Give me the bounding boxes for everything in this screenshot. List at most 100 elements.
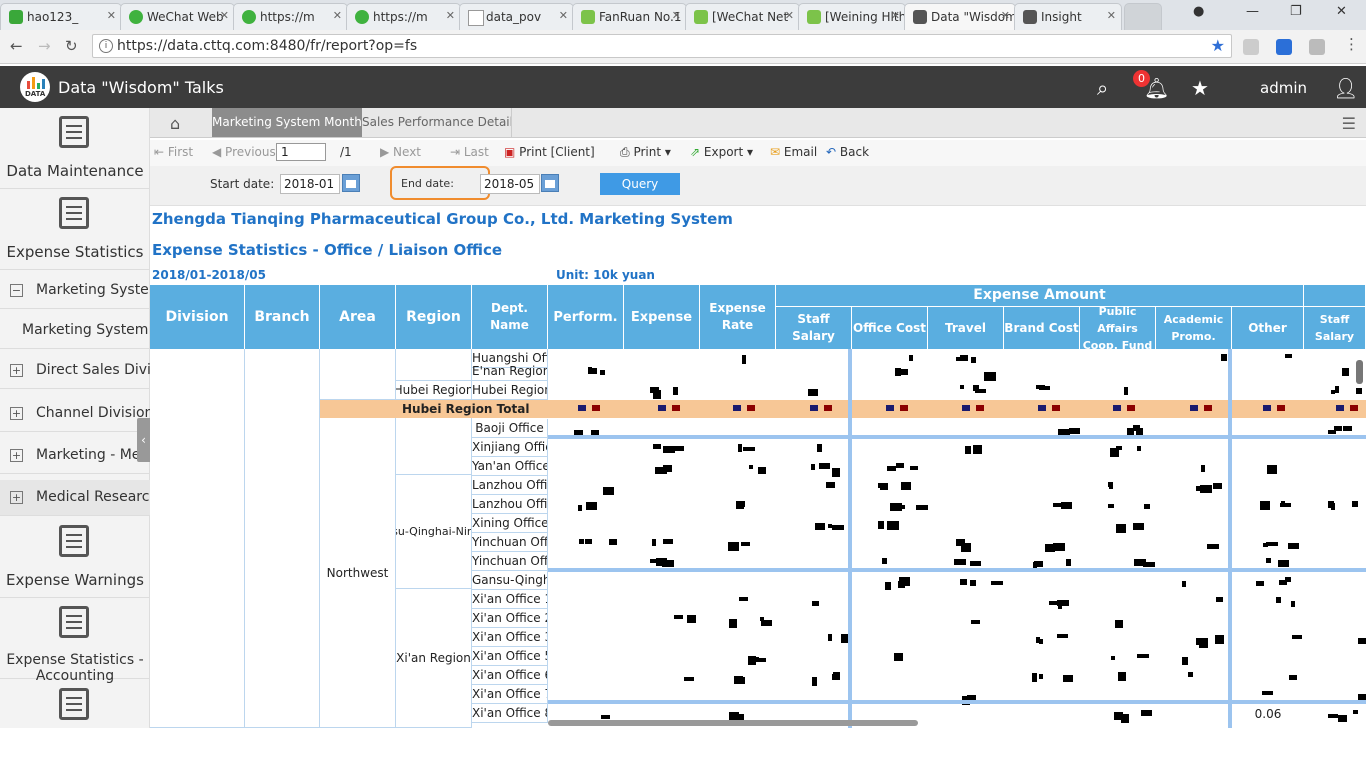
expand-icon[interactable]: + [10, 407, 23, 420]
masked-value [1199, 639, 1208, 648]
home-icon[interactable]: ⌂ [170, 114, 180, 133]
calendar-icon[interactable] [541, 174, 559, 192]
close-tab-icon[interactable]: ✕ [559, 9, 568, 22]
close-window-icon[interactable]: ✕ [1336, 4, 1347, 19]
print-button[interactable]: ⎙ Print ▾ [620, 145, 671, 160]
sidebar-item-marketing-summary[interactable]: −Marketing System Summary [0, 273, 150, 309]
masked-value [960, 385, 964, 389]
first-page-button[interactable]: ⇤ First [154, 145, 193, 159]
reload-icon[interactable]: ↻ [65, 37, 78, 55]
export-button[interactable]: ⇗ Export ▾ [690, 145, 753, 159]
hamburger-menu-icon[interactable]: ☰ [1342, 114, 1356, 133]
prev-page-button[interactable]: ◀ Previous [212, 145, 276, 159]
check-icon [807, 10, 821, 24]
browser-tab[interactable]: data_pov ✕ [459, 3, 574, 30]
browser-tab-bar: hao123_ ✕ WeChat Web ✕ https://m ✕ https://… [0, 0, 1366, 30]
sidebar-item-direct-sales[interactable]: + Direct Sales Division/Br... [0, 353, 150, 389]
favorites-star-icon[interactable]: ★ [1191, 76, 1209, 100]
sidebar-item-marketing-monthly[interactable]: Marketing System Monthly Summary [0, 313, 150, 349]
browser-tab[interactable]: https://m ✕ [233, 3, 348, 30]
close-tab-icon[interactable]: ✕ [333, 9, 342, 22]
minimize-icon[interactable]: — [1246, 4, 1259, 19]
browser-tab[interactable]: [WeChat Net ✕ [685, 3, 800, 30]
document-list-icon [59, 197, 89, 229]
close-tab-icon[interactable]: ✕ [1107, 9, 1116, 22]
app-title: Data "Wisdom" Talks [58, 78, 224, 97]
close-tab-icon[interactable]: ✕ [107, 9, 116, 22]
arrow-left-icon[interactable]: ← [10, 37, 23, 55]
page-number-input[interactable]: 1 [276, 143, 326, 161]
bookmark-star-icon[interactable]: ★ [1211, 36, 1225, 55]
email-button[interactable]: ✉ Email [770, 145, 817, 159]
profile-icon[interactable]: ● [1193, 4, 1204, 19]
sidebar-collapse-button[interactable]: ‹ [137, 418, 150, 462]
user-icon[interactable]: 👤︎ [1333, 76, 1358, 100]
expand-icon[interactable]: + [10, 491, 23, 504]
close-tab-icon[interactable]: ✕ [446, 9, 455, 22]
masked-value [1036, 637, 1040, 643]
maximize-icon[interactable]: ❐ [1290, 4, 1302, 19]
back-button[interactable]: ↶ Back [826, 145, 869, 159]
sidebar-item-marketing-medical[interactable]: + Marketing - Medical & Ops... [0, 438, 150, 474]
arrow-right-icon[interactable]: → [38, 37, 51, 55]
check-icon [694, 10, 708, 24]
horizontal-scrollbar[interactable] [548, 720, 918, 726]
masked-value [812, 601, 819, 606]
browser-tab[interactable]: https://m ✕ [346, 3, 461, 30]
collapse-icon[interactable]: − [10, 284, 23, 297]
sidebar-item-expense-statistics[interactable]: Expense Statistics [0, 189, 150, 270]
dept-cell: Xi'an Office 2 [472, 609, 548, 628]
masked-value [1057, 634, 1068, 638]
masked-value [1281, 501, 1285, 506]
last-page-button[interactable]: ⇥ Last [450, 145, 489, 159]
username[interactable]: admin [1260, 79, 1307, 97]
prev-label: Previous [225, 145, 276, 159]
tab-marketing-monthly[interactable]: Marketing System Monthly Summary [212, 108, 362, 137]
sidebar-item-expense-accounting[interactable]: Expense Statistics - Accounting [0, 598, 150, 684]
search-icon[interactable]: ⌕ [1097, 76, 1108, 100]
masked-value [1279, 580, 1287, 585]
menu-dots-icon[interactable]: ⋮ [1344, 35, 1359, 53]
vertical-scrollbar[interactable] [1356, 360, 1363, 384]
tab-sales-detail[interactable]: Sales Performance Detail [362, 108, 512, 137]
expand-icon[interactable]: + [10, 449, 23, 462]
masked-value [808, 389, 818, 396]
shield-icon[interactable] [1276, 39, 1292, 55]
browser-tab[interactable]: WeChat Web ✕ [120, 3, 235, 30]
masked-value [1133, 425, 1140, 431]
next-page-button[interactable]: ▶ Next [380, 145, 421, 159]
sidebar-item-more[interactable] [0, 680, 150, 760]
extension-icon[interactable] [1309, 39, 1325, 55]
masked-value [743, 447, 755, 451]
last-label: Last [463, 145, 489, 159]
browser-tab[interactable]: [Weining Hlth ✕ [798, 3, 906, 30]
query-button[interactable]: Query [600, 173, 680, 195]
masked-value [1256, 581, 1264, 586]
tab-title: Insight [1041, 10, 1082, 24]
print-client-button[interactable]: ▣ Print [Client] [504, 145, 595, 159]
browser-tab[interactable]: FanRuan No.1 ✕ [572, 3, 687, 30]
browser-tab[interactable]: Insight ✕ [1014, 3, 1122, 30]
browser-tab[interactable]: hao123_ ✕ [0, 3, 122, 30]
browser-tab-active[interactable]: Data "Wisdom" ✕ [904, 3, 1016, 30]
sidebar-item-medical-research[interactable]: + Medical Research & Key Acct... [0, 480, 150, 516]
start-date-input[interactable]: 2018-01 [280, 174, 340, 194]
close-tab-icon[interactable]: ✕ [672, 9, 681, 22]
masked-value [1113, 405, 1121, 411]
site-info-icon[interactable]: i [99, 39, 113, 53]
expand-icon[interactable]: + [10, 364, 23, 377]
calendar-icon[interactable] [342, 174, 360, 192]
close-tab-icon[interactable]: ✕ [1001, 9, 1010, 22]
url-input[interactable]: i https://data.cttq.com:8480/fr/report?o… [92, 34, 1232, 58]
sidebar-item-channel-division[interactable]: + Channel Division Monthly Rpt [0, 396, 150, 432]
close-tab-icon[interactable]: ✕ [785, 9, 794, 22]
new-tab-button[interactable] [1124, 3, 1162, 30]
close-tab-icon[interactable]: ✕ [891, 9, 900, 22]
extension-icon[interactable] [1243, 39, 1259, 55]
end-date-input[interactable]: 2018-05 [480, 174, 540, 194]
sidebar-item-label: Expense Warnings [6, 571, 144, 589]
masked-value [1350, 405, 1358, 411]
close-tab-icon[interactable]: ✕ [220, 9, 229, 22]
sidebar-item-expense-warnings[interactable]: Expense Warnings [0, 517, 150, 598]
sidebar-item-data-maintenance[interactable]: Data Maintenance [0, 108, 150, 189]
